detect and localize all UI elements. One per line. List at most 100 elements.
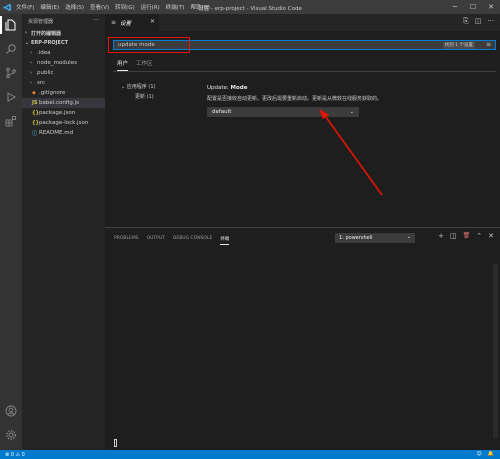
tree-item-label: .idea (37, 50, 51, 56)
terminal-select[interactable]: 1: powershell ⌄ (335, 233, 415, 243)
settings-editor: 找到 1 个设置 ≡ 用户 工作区 ⌄ 应用程序 (1) 更新 (1) Upda… (105, 31, 500, 227)
settings-file-icon: ≡ (111, 19, 117, 26)
bell-icon[interactable]: 🔔 (488, 451, 494, 457)
tab-terminal[interactable]: 终端 (220, 236, 230, 245)
close-icon[interactable]: ✕ (150, 18, 155, 25)
title-bar: 文件(F) 编辑(E) 选择(S) 查看(V) 转到(G) 运行(R) 终端(T… (0, 0, 500, 14)
account-icon[interactable] (4, 404, 18, 418)
setting-name: Mode (230, 85, 248, 91)
new-terminal-icon[interactable]: + (438, 232, 444, 240)
menu-run[interactable]: 运行(R) (141, 3, 160, 11)
editor-actions: ⎘ ◫ ··· (463, 17, 494, 26)
file-tree: › .idea › node_modules › public › src ◆ .gitignor… (22, 48, 105, 138)
menu-edit[interactable]: 编辑(E) (40, 3, 59, 11)
gear-icon[interactable] (4, 428, 18, 442)
maximize-button[interactable]: ☐ (464, 0, 482, 14)
run-debug-icon[interactable] (4, 90, 18, 104)
annotation-arrow (319, 109, 383, 196)
open-editors-label: 打开的编辑器 (31, 30, 62, 37)
status-bar: ⊗ 0 ⚠ 0 ☺ 🔔 (0, 450, 500, 459)
maximize-panel-icon[interactable]: ⌃ (476, 232, 482, 240)
filter-icon[interactable]: ≡ (486, 41, 491, 48)
menu-selection[interactable]: 选择(S) (65, 3, 84, 11)
divider (113, 71, 496, 72)
toc-update[interactable]: 更新 (1) (121, 92, 155, 102)
split-editor-icon[interactable]: ◫ (475, 17, 482, 26)
source-control-icon[interactable] (4, 66, 18, 80)
setting-category: Update: (207, 85, 231, 91)
tab-settings[interactable]: ≡ 设置 ✕ (105, 14, 159, 31)
file-type-icon: {} (32, 110, 40, 116)
menu-file[interactable]: 文件(F) (16, 3, 34, 11)
tree-item[interactable]: › node_modules (22, 58, 105, 68)
explorer-icon[interactable] (4, 18, 18, 32)
tree-item[interactable]: › .idea (22, 48, 105, 58)
tree-item-label: public (37, 70, 54, 76)
panel-tabs: PROBLEMS OUTPUT DEBUG CONSOLE 终端 (114, 236, 230, 245)
tab-workspace[interactable]: 工作区 (136, 59, 153, 71)
editor-tab-bar: ≡ 设置 ✕ ⎘ ◫ ··· (105, 14, 500, 31)
tree-item-label: src (37, 80, 46, 86)
tab-output[interactable]: OUTPUT (147, 236, 165, 245)
tree-item[interactable]: ◆ .gitignore (22, 88, 105, 98)
toc-application-label: 应用程序 (1) (126, 84, 156, 90)
menu-help[interactable]: 帮助(H) (190, 3, 209, 11)
tree-item[interactable]: › src (22, 78, 105, 88)
vscode-window: 文件(F) 编辑(E) 选择(S) 查看(V) 转到(G) 运行(R) 终端(T… (0, 0, 500, 459)
terminal-scrollbar[interactable] (493, 264, 498, 438)
problems-status[interactable]: ⊗ 0 ⚠ 0 (5, 452, 25, 458)
file-type-icon: {} (32, 120, 40, 126)
toc-application[interactable]: ⌄ 应用程序 (1) (121, 82, 155, 92)
explorer-header: 资源管理器 ··· (22, 14, 105, 28)
file-type-icon: JS (32, 100, 38, 106)
file-type-icon: ◆ (32, 90, 36, 96)
chevron-right-icon: › (30, 60, 32, 66)
setting-description: 配置是否接收自动更新。更改后需要重新启动。更新是从微软在线服务获取的。 (207, 96, 383, 102)
close-window-button[interactable]: ✕ (482, 0, 500, 14)
search-icon[interactable] (4, 42, 18, 56)
settings-search-box[interactable]: 找到 1 个设置 ≡ (113, 40, 496, 50)
minimize-button[interactable]: ─ (446, 0, 464, 14)
tree-item[interactable]: JS babel.config.js (22, 98, 105, 108)
close-panel-icon[interactable]: ✕ (488, 232, 494, 240)
extensions-icon[interactable] (4, 114, 18, 128)
explorer-title: 资源管理器 (28, 18, 54, 25)
menu-bar: 文件(F) 编辑(E) 选择(S) 查看(V) 转到(G) 运行(R) 终端(T… (16, 3, 210, 11)
settings-search-input[interactable] (118, 42, 318, 48)
menu-go[interactable]: 转到(G) (115, 3, 135, 11)
active-indicator (0, 16, 2, 34)
setting-title: Update: Mode (207, 85, 382, 91)
chevron-right-icon: › (30, 50, 32, 56)
tab-problems[interactable]: PROBLEMS (114, 236, 139, 245)
tree-item[interactable]: {} package.json (22, 108, 105, 118)
menu-view[interactable]: 查看(V) (90, 3, 109, 11)
settings-toc: ⌄ 应用程序 (1) 更新 (1) (121, 82, 155, 102)
more-actions-button[interactable]: ··· (93, 17, 99, 24)
open-json-icon[interactable]: ⎘ (463, 17, 469, 26)
tree-item-label: README.md (39, 130, 74, 136)
tab-debug-console[interactable]: DEBUG CONSOLE (173, 236, 212, 245)
project-section[interactable]: ⌄ ERP-PROJECT (22, 38, 105, 48)
chevron-right-icon: › (30, 70, 32, 76)
tree-item-label: babel.config.js (39, 100, 79, 106)
tree-item[interactable]: ⓘ README.md (22, 128, 105, 138)
terminal-cursor (114, 439, 117, 447)
select-value: default (212, 109, 232, 115)
tab-user[interactable]: 用户 (117, 59, 129, 71)
feedback-icon[interactable]: ☺ (477, 451, 482, 457)
tree-item-label: .gitignore (39, 90, 66, 96)
tree-item-label: node_modules (37, 60, 77, 66)
activity-bar (0, 14, 22, 450)
more-icon[interactable]: ··· (487, 17, 494, 26)
tree-item[interactable]: › public (22, 68, 105, 78)
terminal-select-value: 1: powershell (339, 235, 373, 241)
tab-title: 设置 (120, 20, 132, 27)
bottom-panel: PROBLEMS OUTPUT DEBUG CONSOLE 终端 1: powe… (105, 227, 500, 450)
split-terminal-icon[interactable]: ◫ (450, 232, 457, 240)
explorer-sidebar: 资源管理器 ··· › 打开的编辑器 ⌄ ERP-PROJECT › .idea ›… (22, 14, 105, 450)
trash-icon[interactable]: 🗑 (463, 232, 471, 240)
window-controls: ─ ☐ ✕ (446, 0, 500, 14)
open-editors-section[interactable]: › 打开的编辑器 (22, 28, 105, 38)
tree-item[interactable]: {} package-lock.json (22, 118, 105, 128)
menu-terminal[interactable]: 终端(T) (166, 3, 185, 11)
